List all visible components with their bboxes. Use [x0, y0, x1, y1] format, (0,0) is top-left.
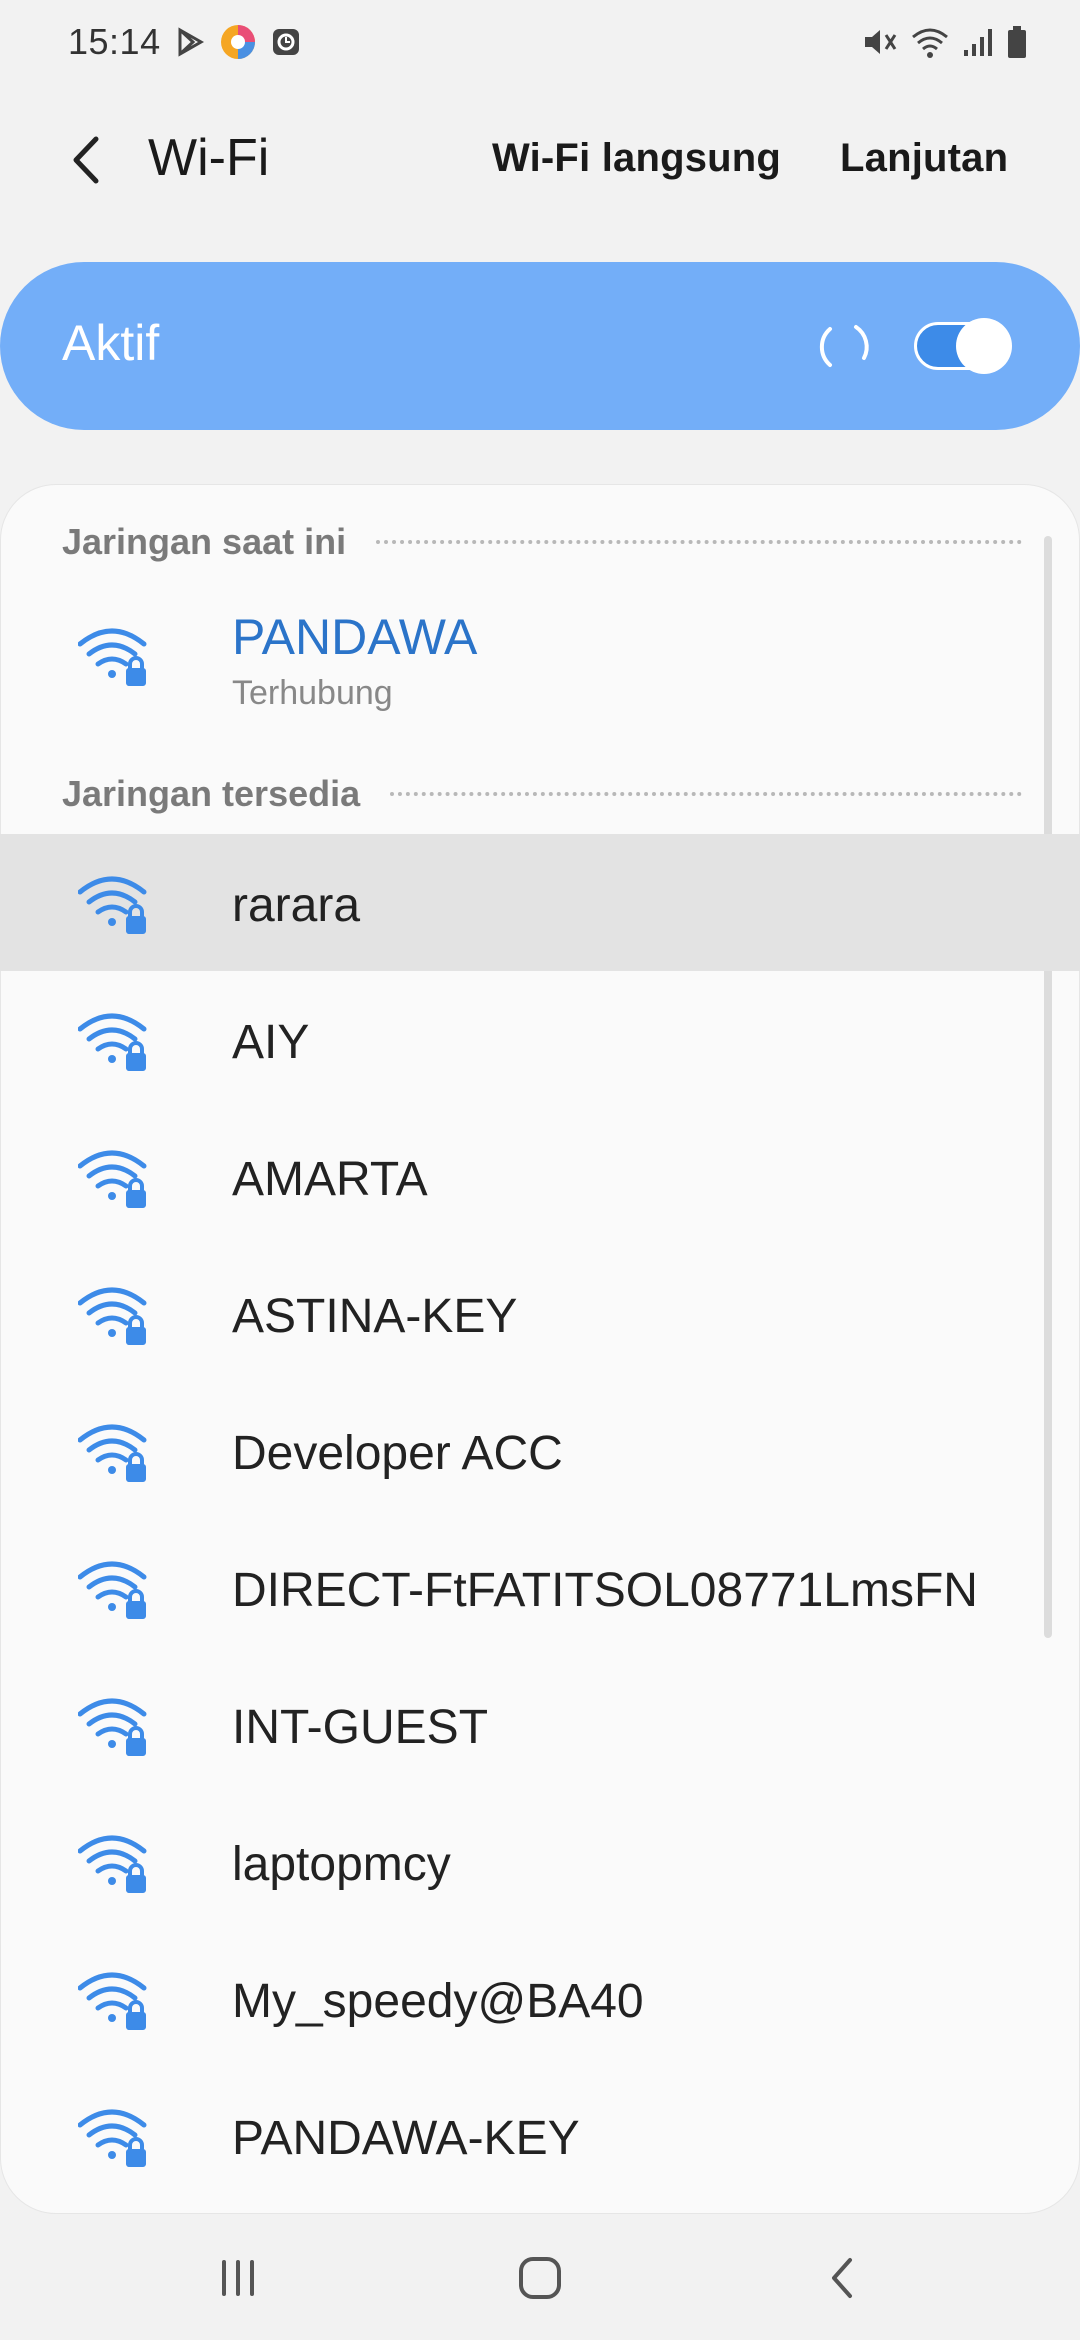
network-name: AIY: [232, 1016, 310, 1069]
available-networks-section-header: Jaringan tersedia: [62, 764, 1022, 824]
home-icon: [519, 2257, 561, 2299]
recent-apps-button[interactable]: [208, 2248, 268, 2308]
network-row[interactable]: AMARTA: [0, 1108, 1080, 1245]
advanced-button[interactable]: Lanjutan: [840, 136, 1008, 181]
status-time: 15:14: [68, 21, 161, 62]
network-name: Developer ACC: [232, 1427, 563, 1480]
network-name: rarara: [232, 879, 361, 932]
network-row[interactable]: PANDAWA-KEY: [0, 2067, 1080, 2204]
network-row[interactable]: DIRECT-FtFATITSOL08771LmsFN: [0, 1519, 1080, 1656]
wifi-lock-icon: [78, 1972, 147, 2030]
network-row[interactable]: INT-GUEST: [0, 1656, 1080, 1793]
wifi-lock-icon: [78, 1835, 147, 1893]
network-row[interactable]: AIY: [0, 971, 1080, 1108]
section-title-current: Jaringan saat ini: [62, 521, 347, 562]
recent-apps-icon: [222, 2260, 254, 2296]
network-row[interactable]: ASTINA-KEY: [0, 1245, 1080, 1382]
network-row[interactable]: Developer ACC: [0, 1382, 1080, 1519]
network-name: My_speedy@BA40: [232, 1975, 644, 2028]
nav-back-button[interactable]: [812, 2248, 872, 2308]
wifi-lock-icon: [78, 1287, 147, 1345]
page-title: Wi-Fi: [148, 129, 270, 187]
wifi-direct-button[interactable]: Wi-Fi langsung: [492, 136, 781, 181]
battery-icon: [1006, 25, 1028, 59]
wifi-lock-icon: [78, 1013, 147, 1071]
chevron-left-icon: [73, 136, 99, 184]
section-divider: [390, 792, 1022, 796]
switch-thumb: [956, 318, 1012, 374]
play-store-icon: [175, 27, 205, 57]
back-icon: [832, 2258, 852, 2298]
section-title-available: Jaringan tersedia: [62, 773, 361, 814]
current-network-section-header: Jaringan saat ini: [62, 512, 1022, 572]
cell-signal-icon: [962, 26, 994, 58]
loading-spinner-icon: [819, 325, 869, 367]
network-row[interactable]: My_speedy@BA40: [0, 1930, 1080, 2067]
network-name: DIRECT-FtFATITSOL08771LmsFN: [232, 1564, 978, 1617]
wifi-toggle-switch[interactable]: [914, 312, 1012, 380]
wifi-lock-icon: [78, 876, 147, 934]
home-button[interactable]: [510, 2248, 570, 2308]
section-divider: [376, 540, 1022, 544]
wifi-lock-icon: [78, 2109, 147, 2167]
current-network-row[interactable]: PANDAWA Terhubung: [0, 588, 1080, 738]
network-name: ASTINA-KEY: [232, 1290, 518, 1343]
network-name: PANDAWA-KEY: [232, 2112, 580, 2165]
colorful-app-icon: [219, 23, 257, 61]
wifi-lock-icon: [78, 1424, 147, 1482]
wifi-lock-icon: [78, 1698, 147, 1756]
network-row[interactable]: rarara: [0, 834, 1080, 971]
status-right: [862, 25, 1028, 59]
wifi-lock-icon: [78, 1150, 147, 1208]
wifi-signal-icon: [910, 25, 950, 59]
wifi-lock-icon: [78, 628, 147, 686]
current-network-status: Terhubung: [232, 674, 393, 712]
status-bar: 15:14: [0, 0, 1080, 84]
header: Wi-Fi Wi-Fi langsung Lanjutan: [0, 110, 1080, 210]
wifi-master-toggle-card[interactable]: Aktif: [0, 262, 1080, 430]
wifi-lock-icon: [78, 1561, 147, 1619]
navigation-bar: [0, 2214, 1080, 2340]
clock-app-icon: [271, 27, 301, 57]
network-row[interactable]: laptopmcy: [0, 1793, 1080, 1930]
current-network-name: PANDAWA: [232, 609, 478, 665]
master-toggle-label: Aktif: [62, 315, 160, 371]
network-name: laptopmcy: [232, 1838, 451, 1891]
network-name: AMARTA: [232, 1153, 428, 1206]
network-name: INT-GUEST: [232, 1701, 489, 1754]
back-button[interactable]: [56, 130, 116, 190]
status-left: 15:14: [68, 21, 301, 63]
mute-icon: [862, 25, 898, 59]
